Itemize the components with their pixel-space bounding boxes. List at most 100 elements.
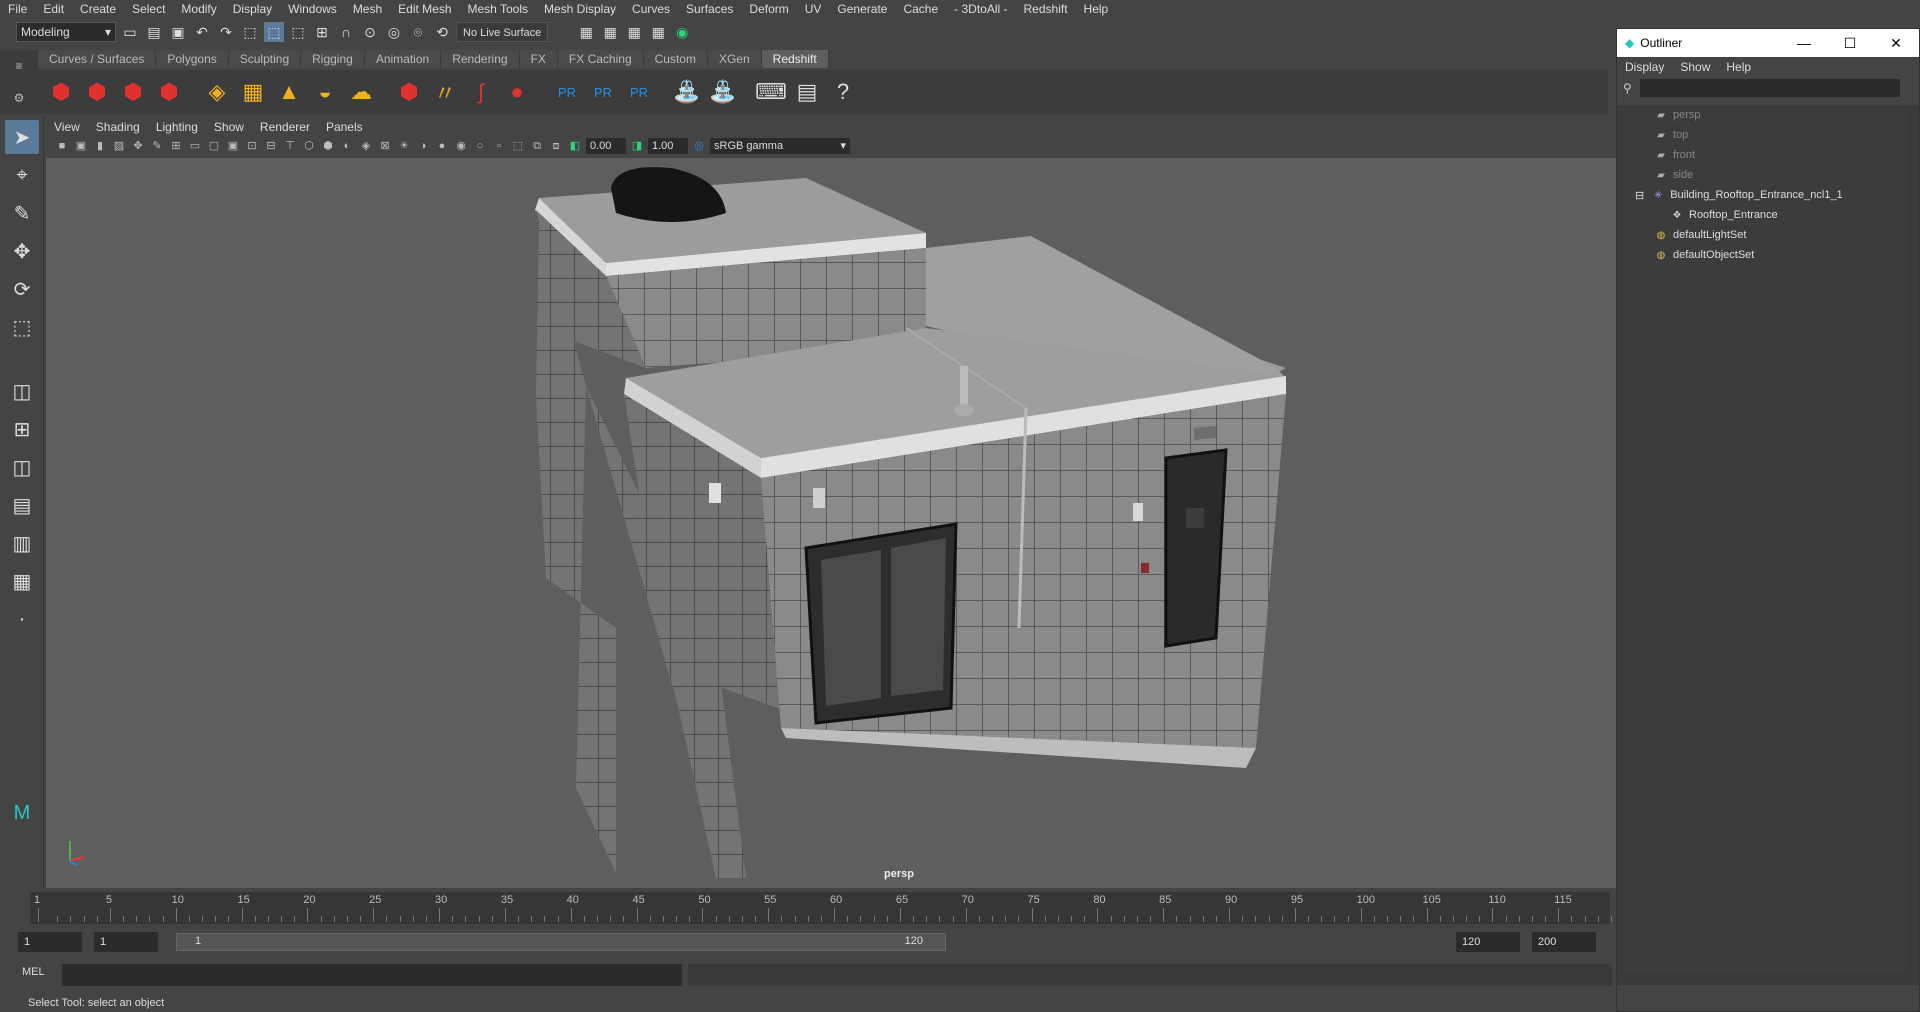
outliner-item[interactable]: ▰ side [1617,165,1919,185]
grease-pencil-icon[interactable]: ✎ [149,138,165,154]
redshift-render-button[interactable]: ⬢ [82,77,112,107]
redshift-sphere-button[interactable]: ● [502,77,532,107]
persp-viewport[interactable]: persp [46,158,1616,888]
camera-attributes-icon[interactable]: ▣ [73,138,89,154]
exposure-icon[interactable]: ◧ [567,138,583,154]
outliner-search-input[interactable] [1639,79,1900,97]
close-icon[interactable]: ✕ [1873,29,1919,57]
outliner-item[interactable]: ▰ top [1617,125,1919,145]
viewport-menu-item[interactable]: Lighting [148,118,206,136]
textured-icon[interactable]: ◈ [358,138,374,154]
redshift-log-button[interactable]: ▤ [792,77,822,107]
mode-selector[interactable]: Modeling ▾ [16,22,116,42]
gear-icon[interactable]: ⚙ [14,91,25,105]
redshift-light-area-button[interactable]: ◈ [202,77,232,107]
wireframe-on-shaded-icon[interactable]: ◐ [339,138,355,154]
exposure-field[interactable]: 0.00 [586,138,626,154]
live-surface-field[interactable]: No Live Surface [456,22,549,42]
two-layout-icon[interactable]: ◫ [5,450,39,484]
outliner-item[interactable]: ▰ persp [1617,105,1919,125]
menu-item[interactable]: Mesh Tools [460,0,536,18]
snap-live-icon[interactable]: ⟲ [432,22,452,42]
time-slider[interactable]: 1 5 10 15 20 25 30 35 40 45 50 55 60 65 70 75 80 85 90 95 10… [0,888,1625,930]
gate-mask-icon[interactable]: ▣ [225,138,241,154]
2d-pan-icon[interactable]: ✥ [130,138,146,154]
shadows-icon[interactable]: ◑ [415,138,431,154]
viewport-menu-item[interactable]: View [46,118,88,136]
current-frame-field[interactable]: 1 [18,932,82,952]
shelf-tab[interactable]: Rendering [441,50,520,68]
redshift-light-dome-button[interactable]: ◒ [310,77,340,107]
shelf-tab[interactable]: Custom [643,50,708,68]
shelf-tab[interactable]: FX Caching [557,50,644,68]
gamma-icon[interactable]: ◨ [629,138,645,154]
snap-view-icon[interactable]: ◎ [384,22,404,42]
shelf-tab[interactable]: Curves / Surfaces [38,50,157,68]
menu-item[interactable]: Deform [741,0,796,18]
redo-icon[interactable]: ↷ [216,22,236,42]
redshift-pr-import-button[interactable]: PR [624,77,654,107]
shelf-tab[interactable]: XGen [707,50,762,68]
save-scene-icon[interactable]: ▣ [168,22,188,42]
rotate-tool-icon[interactable]: ⟳ [5,272,39,306]
collapse-icon[interactable]: ⊟ [1635,189,1644,202]
persp-outliner-layout-icon[interactable]: ▦ [5,564,39,598]
redshift-hair-button[interactable]: 〃 [430,77,460,107]
command-language-label[interactable]: MEL [22,966,45,978]
xray-active-icon[interactable]: ⧈ [548,138,564,154]
outliner-horizontal-scrollbar[interactable] [1617,973,1919,985]
shelf-tab[interactable]: Polygons [156,50,229,68]
redshift-sun-sky-button[interactable]: ☁ [346,77,376,107]
outliner-layout-icon[interactable]: ▤ [5,488,39,522]
viewport-menu-item[interactable]: Renderer [252,118,318,136]
menu-item[interactable]: File [0,0,35,18]
safe-title-icon[interactable]: ⊤ [282,138,298,154]
menu-item[interactable]: Cache [895,0,946,18]
camera-select-icon[interactable]: ■ [54,138,70,154]
lasso-tool-icon[interactable]: ⌖ [5,158,39,192]
playback-end-field[interactable]: 120 [1456,932,1520,952]
menu-item[interactable]: Edit [35,0,72,18]
command-input[interactable] [62,964,682,986]
animation-end-field[interactable]: 200 [1532,932,1596,952]
menu-item[interactable]: Redshift [1016,0,1076,18]
redshift-bake-set-button[interactable]: ⛲ [708,77,738,107]
menu-item[interactable]: Curves [624,0,678,18]
time-slider-track[interactable]: 1 5 10 15 20 25 30 35 40 45 50 55 60 65 70 75 80 85 90 95 10… [30,892,1625,924]
redshift-pr-export-button[interactable]: PR [588,77,618,107]
paint-select-tool-icon[interactable]: ✎ [5,196,39,230]
safe-action-icon[interactable]: ⊟ [263,138,279,154]
isolate-select-icon[interactable]: ⬚ [510,138,526,154]
screen-space-ao-icon[interactable]: ● [434,138,450,154]
menu-item[interactable]: UV [797,0,830,18]
xray-joints-icon[interactable]: ⧉ [529,138,545,154]
maximize-icon[interactable]: ☐ [1827,29,1873,57]
redshift-script-button[interactable]: ⌨ [755,77,787,107]
filter-icon[interactable]: ⚲ [1623,81,1632,95]
outliner-vertical-scrollbar[interactable] [1907,105,1919,985]
select-object-icon[interactable]: ⬚ [264,22,284,42]
menu-item[interactable]: - 3DtoAll - [946,0,1015,18]
menu-item[interactable]: Mesh Display [536,0,624,18]
move-tool-icon[interactable]: ✥ [5,234,39,268]
menu-item[interactable]: Generate [829,0,895,18]
redshift-ipr-button[interactable]: ⬢ [118,77,148,107]
menu-item[interactable]: Create [72,0,124,18]
use-all-lights-icon[interactable]: ☀ [396,138,412,154]
ipr-render-icon[interactable]: ▦ [600,22,620,42]
multisample-icon[interactable]: ○ [472,138,488,154]
render-frame-icon[interactable]: ▦ [576,22,596,42]
range-slider[interactable]: 1 120 [176,933,946,951]
redshift-rv-icon[interactable]: ◉ [672,22,692,42]
smooth-shade-icon[interactable]: ⬢ [320,138,336,154]
snap-curve-icon[interactable]: ∩ [336,22,356,42]
more-layouts-icon[interactable]: · [5,602,39,636]
redshift-volume-button[interactable]: ʃ [466,77,496,107]
color-management-icon[interactable]: ◎ [691,138,707,154]
shelf-tab[interactable]: Redshift [761,50,829,68]
redshift-pr-camera-button[interactable]: PR [552,77,582,107]
outliner-item[interactable]: ⊟ ✳ Building_Rooftop_Entrance_ncl1_1 [1617,185,1919,205]
redshift-proxy-button[interactable]: ⬢ [394,77,424,107]
outliner-menu-item[interactable]: Help [1726,60,1751,74]
select-hierarchy-icon[interactable]: ⬚ [240,22,260,42]
